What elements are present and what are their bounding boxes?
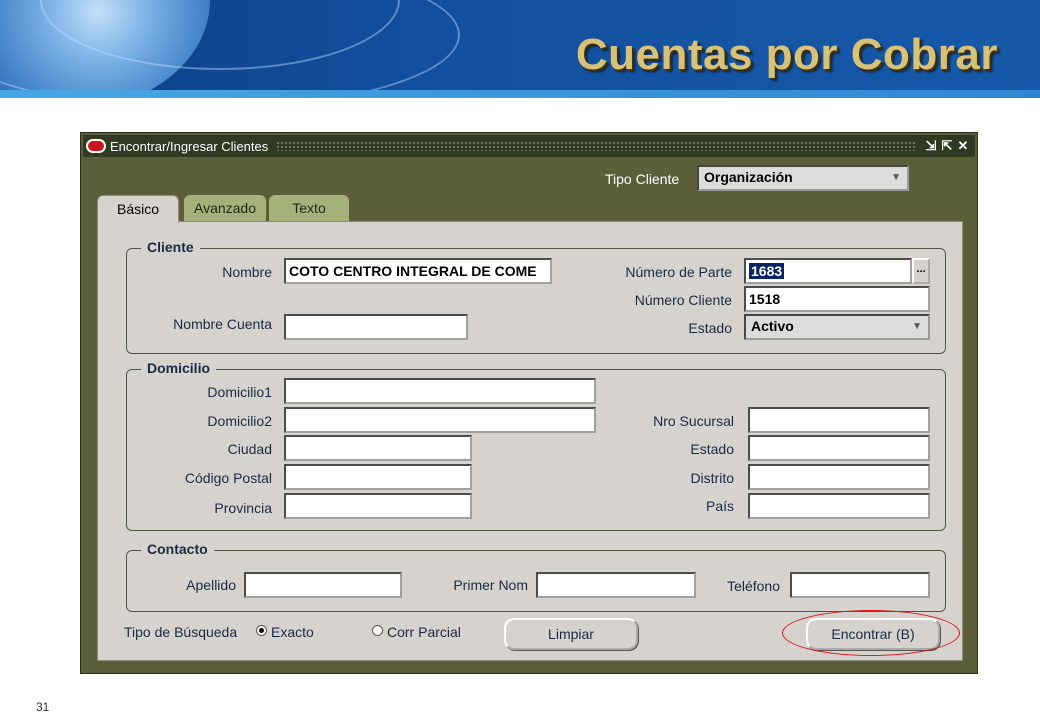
exacto-radio[interactable]: Exacto <box>256 624 314 640</box>
domicilio-group-title: Domicilio <box>141 360 217 376</box>
contacto-group-title: Contacto <box>141 541 214 557</box>
tab-basico[interactable]: Básico <box>97 195 179 223</box>
highlight-circle <box>782 610 960 656</box>
numero-cliente-value: 1518 <box>749 291 781 307</box>
page-number: 31 <box>36 700 50 714</box>
tipo-cliente-select[interactable]: Organización ▼ <box>697 165 909 191</box>
estado-label: Estado <box>688 320 732 336</box>
apellido-label: Apellido <box>186 577 236 593</box>
exacto-radio-label: Exacto <box>271 624 314 640</box>
nro-sucursal-label: Nro Sucursal <box>653 413 734 429</box>
numero-cliente-field[interactable]: 1518 <box>744 286 930 312</box>
radio-checked-icon <box>256 625 267 636</box>
limpiar-button[interactable]: Limpiar <box>504 618 638 650</box>
pais-label: País <box>705 498 734 514</box>
banner-stripe <box>0 90 1040 98</box>
telefono-field[interactable] <box>790 572 930 598</box>
distrito-field[interactable] <box>748 464 930 490</box>
nombre-field[interactable]: COTO CENTRO INTEGRAL DE COME <box>284 258 552 284</box>
numero-parte-field[interactable]: 1683 <box>744 258 912 284</box>
nombre-label: Nombre <box>222 264 272 280</box>
pais-field[interactable] <box>748 493 930 519</box>
oracle-logo-icon <box>86 139 106 153</box>
find-customers-window: Encontrar/Ingresar Clientes ⇲ ⇱ ✕ Tipo C… <box>80 132 978 674</box>
nombre-value: COTO CENTRO INTEGRAL DE COME <box>289 263 537 279</box>
chevron-down-icon: ▼ <box>912 321 922 332</box>
tab-avanzado[interactable]: Avanzado <box>184 195 266 221</box>
close-icon[interactable]: ✕ <box>955 138 971 154</box>
tipo-cliente-value: Organización <box>704 169 793 185</box>
list-of-values-button[interactable]: ... <box>912 258 930 284</box>
primer-nom-field[interactable] <box>536 572 696 598</box>
header-banner: Cuentas por Cobrar <box>0 0 1040 92</box>
domicilio-estado-label: Estado <box>690 441 734 457</box>
ciudad-field[interactable] <box>284 435 472 461</box>
domicilio2-label: Domicilio2 <box>207 413 272 429</box>
numero-cliente-label: Número Cliente <box>634 292 732 308</box>
slide-title: Cuentas por Cobrar <box>575 30 998 79</box>
primer-nom-label: Primer Nom <box>453 577 528 593</box>
tab-texto[interactable]: Texto <box>269 195 349 221</box>
distrito-label: Distrito <box>690 470 734 486</box>
codigo-postal-label: Código Postal <box>184 470 272 486</box>
corr-parcial-radio[interactable]: Corr Parcial <box>372 624 461 640</box>
domicilio2-field[interactable] <box>284 407 596 433</box>
provincia-field[interactable] <box>284 493 472 519</box>
minimize-icon[interactable]: ⇲ <box>923 138 939 154</box>
codigo-postal-field[interactable] <box>284 464 472 490</box>
chevron-down-icon: ▼ <box>891 172 901 183</box>
telefono-label: Teléfono <box>727 578 780 594</box>
titlebar-pattern <box>276 141 915 151</box>
tipo-busqueda-label: Tipo de Búsqueda <box>124 624 238 640</box>
domicilio-estado-field[interactable] <box>748 435 930 461</box>
domicilio1-field[interactable] <box>284 378 596 404</box>
nro-sucursal-field[interactable] <box>748 407 930 433</box>
window-title: Encontrar/Ingresar Clientes <box>110 138 269 154</box>
estado-select[interactable]: Activo ▼ <box>744 314 930 340</box>
window-client-area: Tipo Cliente Organización ▼ Básico Avanz… <box>95 157 963 661</box>
cliente-group-title: Cliente <box>141 239 200 255</box>
maximize-icon[interactable]: ⇱ <box>939 138 955 154</box>
nombre-cuenta-field[interactable] <box>284 314 468 340</box>
tipo-cliente-label: Tipo Cliente <box>605 171 680 187</box>
provincia-label: Provincia <box>214 500 272 516</box>
apellido-field[interactable] <box>244 572 402 598</box>
slide: Cuentas por Cobrar Encontrar/Ingresar Cl… <box>0 0 1040 720</box>
numero-parte-value: 1683 <box>749 263 785 279</box>
radio-unchecked-icon <box>372 625 383 636</box>
window-titlebar[interactable]: Encontrar/Ingresar Clientes ⇲ ⇱ ✕ <box>83 135 975 157</box>
corr-parcial-radio-label: Corr Parcial <box>387 624 461 640</box>
nombre-cuenta-label: Nombre Cuenta <box>173 316 272 332</box>
estado-value: Activo <box>751 318 794 334</box>
numero-parte-label: Número de Parte <box>625 264 732 280</box>
tab-panel-basico: Cliente Nombre COTO CENTRO INTEGRAL DE C… <box>97 221 963 661</box>
domicilio1-label: Domicilio1 <box>207 384 272 400</box>
ciudad-label: Ciudad <box>227 441 272 457</box>
